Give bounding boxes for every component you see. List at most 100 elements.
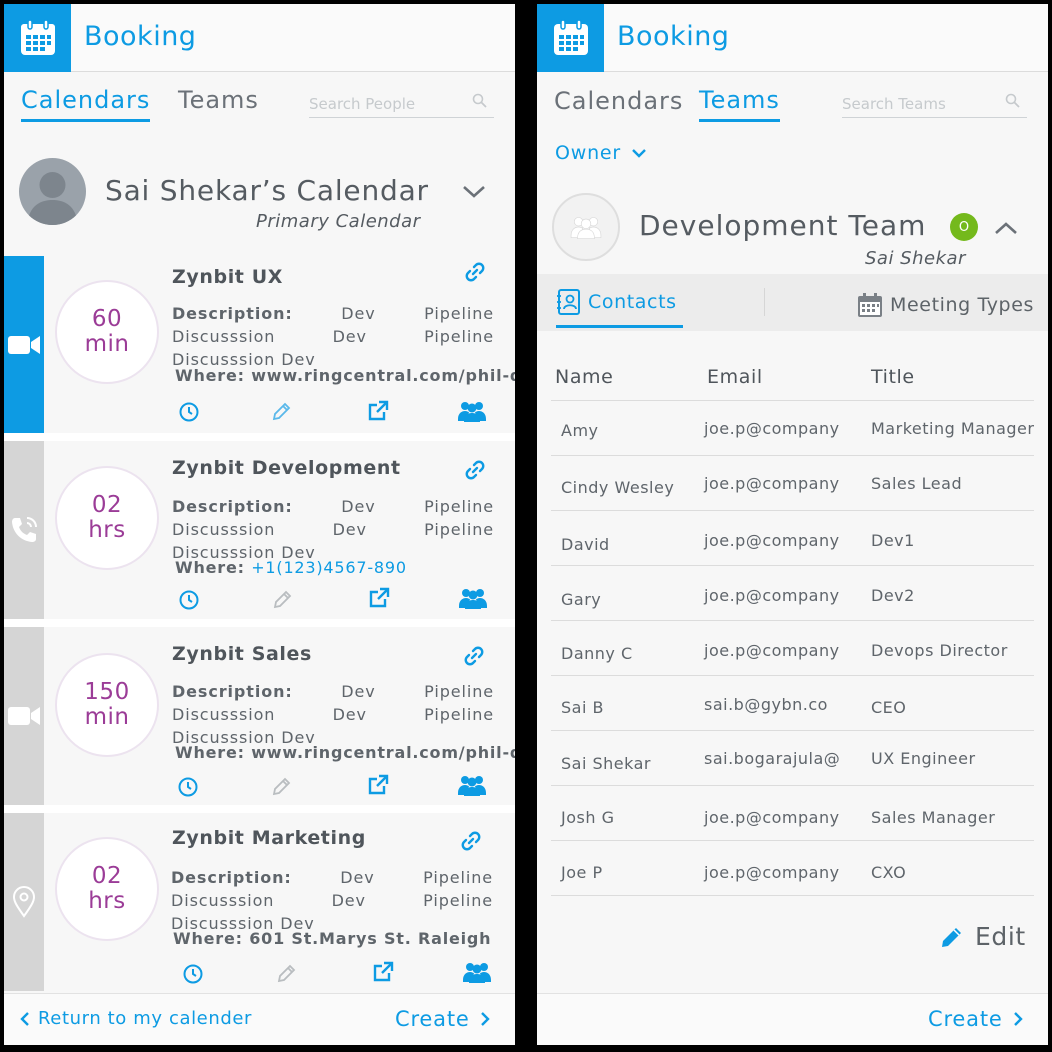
- contact-name: Sai Shekar: [561, 754, 651, 773]
- where-value: www.ringcentral.com/phil-d: [251, 366, 515, 385]
- calendar-title: Sai Shekar’s Calendar: [105, 174, 429, 207]
- where-value: www.ringcentral.com/phil-d: [251, 743, 515, 762]
- tab-calendars[interactable]: Calendars: [554, 87, 683, 115]
- app-header: Booking: [4, 4, 515, 72]
- create-button[interactable]: Create: [928, 1007, 1023, 1031]
- table-row[interactable]: Gary joe.p@company Dev2: [551, 566, 1034, 621]
- teams-panel: Booking Calendars Teams Search Teams Own…: [537, 4, 1048, 1045]
- app-title: Booking: [84, 21, 197, 52]
- external-link-icon[interactable]: [367, 774, 389, 796]
- group-icon[interactable]: [458, 587, 488, 609]
- contact-name: David: [561, 535, 610, 554]
- column-header-email[interactable]: Email: [707, 366, 763, 388]
- external-link-icon[interactable]: [367, 400, 389, 422]
- link-icon[interactable]: [460, 830, 482, 852]
- duration-unit: hrs: [88, 888, 126, 914]
- column-header-name[interactable]: Name: [555, 366, 613, 388]
- group-icon[interactable]: [457, 774, 487, 796]
- table-row[interactable]: Sai Shekar sai.bogarajula@ UX Engineer: [551, 731, 1034, 786]
- link-icon[interactable]: [464, 459, 486, 481]
- edit-pencil-icon[interactable]: [271, 589, 293, 611]
- return-to-calendar-link[interactable]: Return to my calender: [20, 1008, 252, 1029]
- link-icon[interactable]: [464, 261, 486, 283]
- group-icon[interactable]: [462, 961, 492, 983]
- contact-email: joe.p@company: [704, 808, 840, 827]
- create-label: Create: [928, 1007, 1003, 1031]
- duration-value: 02: [91, 863, 123, 889]
- where-label: Where:: [175, 743, 245, 762]
- description-label: Description:: [172, 497, 293, 516]
- calendar-icon: [858, 293, 882, 317]
- search-people-input[interactable]: Search People: [309, 92, 494, 118]
- event-name: Zynbit Development: [172, 457, 401, 479]
- contact-title: Marketing Manager: [871, 419, 1035, 438]
- chevron-up-icon[interactable]: [994, 220, 1018, 239]
- app-title: Booking: [617, 21, 730, 52]
- tab-calendars[interactable]: Calendars: [21, 86, 151, 122]
- card-separator: [4, 433, 515, 441]
- table-row[interactable]: Amy joe.p@company Marketing Manager: [551, 401, 1034, 456]
- table-row[interactable]: Danny C joe.p@company Devops Director: [551, 621, 1034, 676]
- where-label: Where:: [175, 558, 245, 577]
- tab-meeting-types[interactable]: Meeting Types: [856, 292, 1034, 318]
- search-placeholder: Search Teams: [842, 95, 946, 113]
- search-icon[interactable]: [472, 93, 488, 113]
- contact-title: CEO: [871, 698, 907, 717]
- external-link-icon[interactable]: [372, 961, 394, 983]
- search-icon[interactable]: [1005, 93, 1021, 113]
- clock-icon[interactable]: [182, 963, 204, 985]
- tab-teams[interactable]: Teams: [699, 86, 780, 122]
- calendar-logo-icon[interactable]: [537, 4, 604, 72]
- duration-badge: 02 hrs: [55, 466, 159, 570]
- chevron-down-icon[interactable]: [462, 184, 486, 203]
- event-description: Description: Dev Pipeline Discusssion De…: [172, 495, 494, 564]
- event-name: Zynbit UX: [172, 266, 283, 288]
- clock-icon[interactable]: [178, 589, 200, 611]
- clock-icon[interactable]: [177, 776, 199, 798]
- event-where: Where: 601 St.Marys St. Raleigh: [173, 929, 491, 948]
- table-row[interactable]: Cindy Wesley joe.p@company Sales Lead: [551, 456, 1034, 511]
- edit-button[interactable]: Edit: [939, 922, 1026, 951]
- duration-badge: 150 min: [55, 653, 159, 757]
- event-card[interactable]: 150 min Zynbit Sales Description: Dev Pip…: [4, 619, 515, 805]
- event-card[interactable]: 02 hrs Zynbit Marketing Description: Dev …: [4, 805, 515, 991]
- where-label: Where:: [173, 929, 243, 948]
- chevron-down-icon: [632, 149, 646, 158]
- create-button[interactable]: Create: [395, 1007, 490, 1031]
- contact-title: Sales Lead: [871, 474, 963, 493]
- footer-bar: Return to my calender Create: [4, 993, 515, 1045]
- table-row[interactable]: David joe.p@company Dev1: [551, 511, 1034, 566]
- contact-name: Joe P: [561, 863, 603, 882]
- column-header-title[interactable]: Title: [871, 366, 915, 388]
- external-link-icon[interactable]: [368, 587, 390, 609]
- clock-icon[interactable]: [178, 401, 200, 423]
- tab-teams[interactable]: Teams: [178, 86, 259, 114]
- chevron-right-icon: [480, 1012, 490, 1026]
- contact-email: joe.p@company: [704, 586, 840, 605]
- table-row[interactable]: Joe P joe.p@company CXO: [551, 841, 1034, 896]
- event-card[interactable]: 60 min Zynbit UX Description: Dev Pipelin…: [4, 256, 515, 434]
- search-placeholder: Search People: [309, 95, 416, 113]
- calendar-logo-icon[interactable]: [4, 4, 71, 72]
- table-row[interactable]: Sai B sai.b@gybn.co CEO: [551, 676, 1034, 731]
- table-row[interactable]: Josh G joe.p@company Sales Manager: [551, 786, 1034, 841]
- group-icon[interactable]: [457, 400, 487, 422]
- link-icon[interactable]: [463, 645, 485, 667]
- edit-pencil-icon[interactable]: [270, 776, 292, 798]
- tab-contacts[interactable]: Contacts: [556, 288, 683, 328]
- contact-email: sai.b@gybn.co: [704, 695, 828, 714]
- contact-email: joe.p@company: [704, 419, 840, 438]
- event-card[interactable]: 02 hrs Zynbit Development Description: De…: [4, 433, 515, 619]
- contact-title: UX Engineer: [871, 749, 976, 768]
- contact-email: joe.p@company: [704, 641, 840, 660]
- divider: [764, 288, 765, 316]
- search-teams-input[interactable]: Search Teams: [842, 92, 1027, 118]
- card-separator: [4, 805, 515, 813]
- event-where: Where: +1(123)4567-890: [175, 558, 407, 577]
- owner-filter-dropdown[interactable]: Owner: [555, 142, 647, 164]
- where-phone-link[interactable]: +1(123)4567-890: [251, 558, 407, 577]
- edit-pencil-icon[interactable]: [275, 963, 297, 985]
- status-badge: O: [950, 213, 978, 241]
- edit-pencil-icon[interactable]: [270, 401, 292, 423]
- video-icon: [4, 256, 44, 434]
